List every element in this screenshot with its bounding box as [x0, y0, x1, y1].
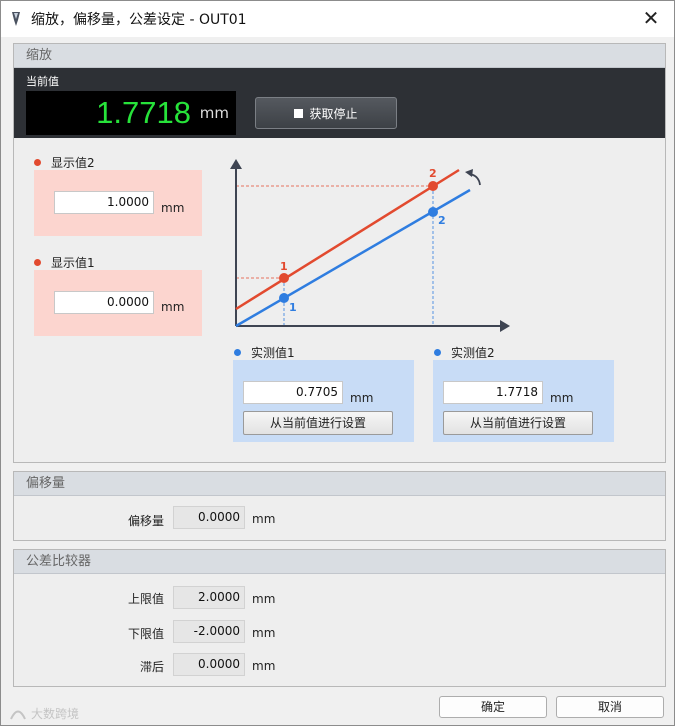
- offset-label: 偏移量: [127, 514, 164, 528]
- tolerance-group: 公差比较器 上限值 2.0000 mm 下限值 -2.0000 mm 滞后 0.…: [13, 549, 666, 687]
- hysteresis-label: 滞后: [139, 660, 164, 674]
- measured1-label: 实测值1: [234, 344, 295, 361]
- lower-limit-unit: mm: [252, 626, 276, 640]
- measured2-unit: mm: [550, 391, 574, 405]
- display-point-2: [428, 181, 438, 191]
- display-point-1-label: 1: [280, 260, 288, 273]
- x-axis-arrow: [500, 320, 510, 332]
- red-dot-icon: [34, 159, 41, 166]
- display2-input[interactable]: 1.0000: [54, 191, 154, 214]
- display1-unit: mm: [161, 300, 185, 314]
- display-line: [235, 168, 460, 311]
- upper-limit-unit: mm: [252, 592, 276, 606]
- hysteresis-input[interactable]: 0.0000: [173, 653, 245, 676]
- scaling-header: 缩放: [14, 44, 665, 68]
- display2-label: 显示值2: [34, 154, 95, 171]
- offset-group: 偏移量 偏移量 0.0000 mm: [13, 471, 666, 541]
- measured1-set-button[interactable]: 从当前值进行设置: [243, 411, 393, 435]
- y-axis-arrow: [230, 159, 242, 169]
- display1-box: 0.0000 mm: [34, 270, 202, 336]
- red-dot-icon: [34, 259, 41, 266]
- cancel-button[interactable]: 取消: [556, 696, 664, 718]
- lower-limit-input[interactable]: -2.0000: [173, 620, 245, 643]
- lower-limit-label: 下限值: [127, 627, 164, 641]
- display2-unit: mm: [161, 201, 185, 215]
- measured2-box: 1.7718 mm 从当前值进行设置: [433, 360, 614, 442]
- measured2-label: 实测值2: [434, 344, 495, 361]
- display1-input[interactable]: 0.0000: [54, 291, 154, 314]
- close-icon[interactable]: ✕: [640, 8, 662, 30]
- rotate-arrow-head: [465, 169, 473, 177]
- current-value-unit: mm: [199, 104, 229, 122]
- title-bar[interactable]: 缩放，偏移量，公差设定 - OUT01 ✕: [1, 1, 674, 37]
- window-title: 缩放，偏移量，公差设定 - OUT01: [31, 12, 247, 28]
- current-value: 1.7718: [96, 95, 191, 130]
- measured1-unit: mm: [350, 391, 374, 405]
- stop-acquisition-button[interactable]: 获取停止: [255, 97, 397, 129]
- blue-dot-icon: [234, 349, 241, 356]
- stop-icon: [294, 108, 304, 118]
- upper-limit-input[interactable]: 2.0000: [173, 586, 245, 609]
- current-value-readout: 1.7718 mm: [26, 91, 236, 135]
- offset-header: 偏移量: [14, 472, 665, 496]
- tolerance-header: 公差比较器: [14, 550, 665, 574]
- scaling-diagram: 1 2 1 2: [230, 159, 510, 332]
- app-icon: [12, 12, 20, 26]
- current-value-label: 当前值: [26, 75, 59, 88]
- offset-unit: mm: [252, 512, 276, 526]
- display1-label: 显示值1: [34, 254, 95, 271]
- measured-point-2: [428, 207, 438, 217]
- stop-button-label: 获取停止: [309, 106, 358, 121]
- hysteresis-unit: mm: [252, 659, 276, 673]
- ok-button[interactable]: 确定: [439, 696, 547, 718]
- display2-box: 1.0000 mm: [34, 170, 202, 236]
- measured-point-2-label: 2: [438, 214, 446, 227]
- measured2-input[interactable]: 1.7718: [443, 381, 543, 404]
- measured1-box: 0.7705 mm 从当前值进行设置: [233, 360, 414, 442]
- offset-input[interactable]: 0.0000: [173, 506, 245, 529]
- watermark-logo-icon: [10, 710, 26, 719]
- current-value-panel: 当前值 1.7718 mm 获取停止: [14, 68, 665, 138]
- dialog-window: 缩放，偏移量，公差设定 - OUT01 ✕ 缩放 当前值 1.7718 mm 获…: [0, 0, 675, 726]
- watermark: 大数跨境: [9, 705, 79, 722]
- display-point-2-label: 2: [429, 167, 437, 180]
- blue-dot-icon: [434, 349, 441, 356]
- measured2-set-button[interactable]: 从当前值进行设置: [443, 411, 593, 435]
- measured-point-1: [279, 293, 289, 303]
- display-point-1: [279, 273, 289, 283]
- scaling-group: 缩放 当前值 1.7718 mm 获取停止 显示值2 1.0000 mm 显示值…: [13, 43, 666, 463]
- upper-limit-label: 上限值: [127, 592, 164, 606]
- measured-point-1-label: 1: [289, 301, 297, 314]
- measured1-input[interactable]: 0.7705: [243, 381, 343, 404]
